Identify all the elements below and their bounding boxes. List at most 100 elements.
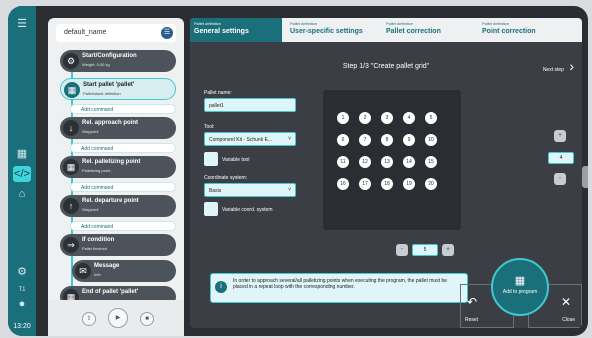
reset-label: Reset — [465, 317, 479, 323]
tool-value: Component Kit - Schunk E... — [209, 137, 273, 143]
grid-point[interactable]: 1 — [337, 112, 349, 124]
variable-tool-label: Variable tool — [222, 157, 250, 163]
grid-point[interactable]: 10 — [425, 134, 437, 146]
info-box: i In order to approach several/all palle… — [210, 273, 468, 303]
step-title: Step 1/3 "Create pallet grid" — [342, 63, 430, 70]
add-command-button[interactable]: Add command — [70, 182, 176, 192]
tab-bar: Pallet definition General settings Palle… — [190, 18, 582, 42]
tab-point-correction[interactable]: Pallet definition Point correction — [478, 18, 570, 42]
grid-point[interactable]: 3 — [381, 112, 393, 124]
command-start-config[interactable]: ⚙ Start/Configuration Weight: 0,00 kg — [60, 50, 176, 72]
grid-point[interactable]: 11 — [337, 156, 349, 168]
grid-point[interactable]: 14 — [403, 156, 415, 168]
tab-label: Pallet correction — [386, 28, 441, 35]
grid-point[interactable]: 15 — [425, 156, 437, 168]
command-if-condition[interactable]: ⇒ If condition Pallet finished — [60, 234, 176, 256]
tab-general-settings[interactable]: Pallet definition General settings — [190, 18, 282, 42]
add-to-program-button[interactable]: ▦ Add to program — [491, 258, 549, 316]
cols-plus-button[interactable]: + — [554, 130, 566, 142]
arrow-down-icon: ↓ — [63, 120, 79, 136]
tab-user-specific-settings[interactable]: Pallet definition User-specific settings — [286, 18, 378, 42]
message-icon: ✉ — [75, 263, 91, 279]
add-command-button[interactable]: Add command — [70, 143, 176, 153]
command-sub: Info — [94, 272, 101, 277]
chevron-down-icon: ˅ — [288, 136, 291, 142]
grid-icon: ▦ — [63, 159, 79, 175]
close-icon: ✕ — [560, 295, 571, 309]
command-palletizing-point[interactable]: ▦ Rel. palletizing point Palletizing poi… — [60, 156, 176, 178]
save-icon[interactable]: ■ — [140, 312, 154, 326]
menu-icon[interactable]: ☰ — [13, 16, 31, 32]
person-icon[interactable]: ● — [13, 296, 31, 312]
cols-minus-button[interactable]: - — [554, 173, 566, 185]
undo-icon: ↶ — [467, 295, 478, 309]
grid-point[interactable]: 17 — [359, 178, 371, 190]
playback-bar: ⇧ ▶ ■ — [48, 300, 184, 336]
grid-icon[interactable]: ▦ — [13, 146, 31, 162]
tool-select[interactable]: Component Kit - Schunk E... ˅ — [204, 132, 296, 146]
grid-point[interactable]: 9 — [403, 134, 415, 146]
command-label: Rel. palletizing point — [82, 159, 141, 165]
tab-caption: Pallet definition — [194, 21, 222, 26]
export-icon[interactable]: ⇧ — [82, 312, 96, 326]
play-button[interactable]: ▶ — [108, 308, 128, 328]
grid-icon: ▦ — [64, 82, 80, 98]
variable-coord-label: Variable coord. system — [222, 207, 273, 213]
tab-label: General settings — [194, 28, 249, 35]
info-text: In order to approach several/all palleti… — [233, 278, 448, 290]
grid-point[interactable]: 2 — [359, 112, 371, 124]
clock: 13:20 — [13, 323, 31, 330]
command-approach-point[interactable]: ↓ Rel. approach point Waypoint — [60, 117, 176, 139]
program-menu-button[interactable]: ☰ — [161, 27, 173, 39]
command-sub: Pallet finished — [82, 246, 107, 251]
arrow-up-icon: ↑ — [63, 198, 79, 214]
next-step-button[interactable]: Next step › — [543, 58, 574, 74]
code-icon[interactable]: </> — [13, 166, 31, 182]
info-icon: i — [215, 281, 227, 293]
command-label: Rel. departure point — [82, 198, 139, 204]
grid-point[interactable]: 7 — [359, 134, 371, 146]
command-label: Start/Configuration — [82, 53, 137, 59]
rows-value[interactable]: 5 — [412, 244, 438, 256]
grid-point[interactable]: 16 — [337, 178, 349, 190]
coordinate-system-label: Coordinate system: — [204, 175, 248, 181]
gear-icon[interactable]: ⚙ — [13, 264, 31, 280]
pallet-name-label: Pallet name: — [204, 90, 232, 96]
command-sub: Weight: 0,00 kg — [82, 62, 110, 67]
command-sub: Pallet/stack definition — [83, 91, 121, 96]
tab-pallet-correction[interactable]: Pallet definition Pallet correction — [382, 18, 474, 42]
variable-coord-checkbox[interactable] — [204, 202, 218, 216]
tab-caption: Pallet definition — [290, 21, 318, 26]
side-drawer-handle[interactable] — [582, 166, 588, 188]
grid-point[interactable]: 13 — [381, 156, 393, 168]
grid-point[interactable]: 6 — [337, 134, 349, 146]
pallet-definition-panel: Pallet definition General settings Palle… — [190, 18, 582, 328]
grid-point[interactable]: 8 — [381, 134, 393, 146]
rows-minus-button[interactable]: - — [396, 244, 408, 256]
grid-point[interactable]: 20 — [425, 178, 437, 190]
next-step-label: Next step — [542, 67, 564, 73]
command-start-pallet[interactable]: ▦ Start pallet 'pallet' Pallet/stack def… — [60, 78, 176, 100]
device-frame: ☰ ▦ </> ⌂ ⚙ T1 ● 13:20 default_name ☰ ⚙ … — [8, 6, 588, 336]
rows-plus-button[interactable]: + — [442, 244, 454, 256]
variable-tool-checkbox[interactable] — [204, 152, 218, 166]
coordinate-system-select[interactable]: Basis ˅ — [204, 183, 296, 197]
close-label: Close — [562, 317, 575, 323]
home-icon[interactable]: ⌂ — [13, 186, 31, 202]
command-sub: Waypoint — [82, 129, 99, 134]
grid-point[interactable]: 12 — [359, 156, 371, 168]
pallet-name-input[interactable]: pallet1 — [204, 98, 296, 112]
grid-point[interactable]: 18 — [381, 178, 393, 190]
command-departure-point[interactable]: ↑ Rel. departure point Waypoint — [60, 195, 176, 217]
add-command-button[interactable]: Add command — [70, 104, 176, 114]
grid-point[interactable]: 5 — [425, 112, 437, 124]
tab-caption: Pallet definition — [482, 21, 510, 26]
grid-point[interactable]: 4 — [403, 112, 415, 124]
command-message[interactable]: ✉ Message Info — [72, 260, 176, 282]
command-label: End of pallet 'pallet' — [82, 289, 139, 295]
cols-value[interactable]: 4 — [548, 152, 574, 164]
command-sub: Palletizing point - — [82, 168, 113, 173]
add-to-program-label: Add to program — [502, 289, 538, 295]
grid-point[interactable]: 19 — [403, 178, 415, 190]
add-command-button[interactable]: Add command — [70, 221, 176, 231]
